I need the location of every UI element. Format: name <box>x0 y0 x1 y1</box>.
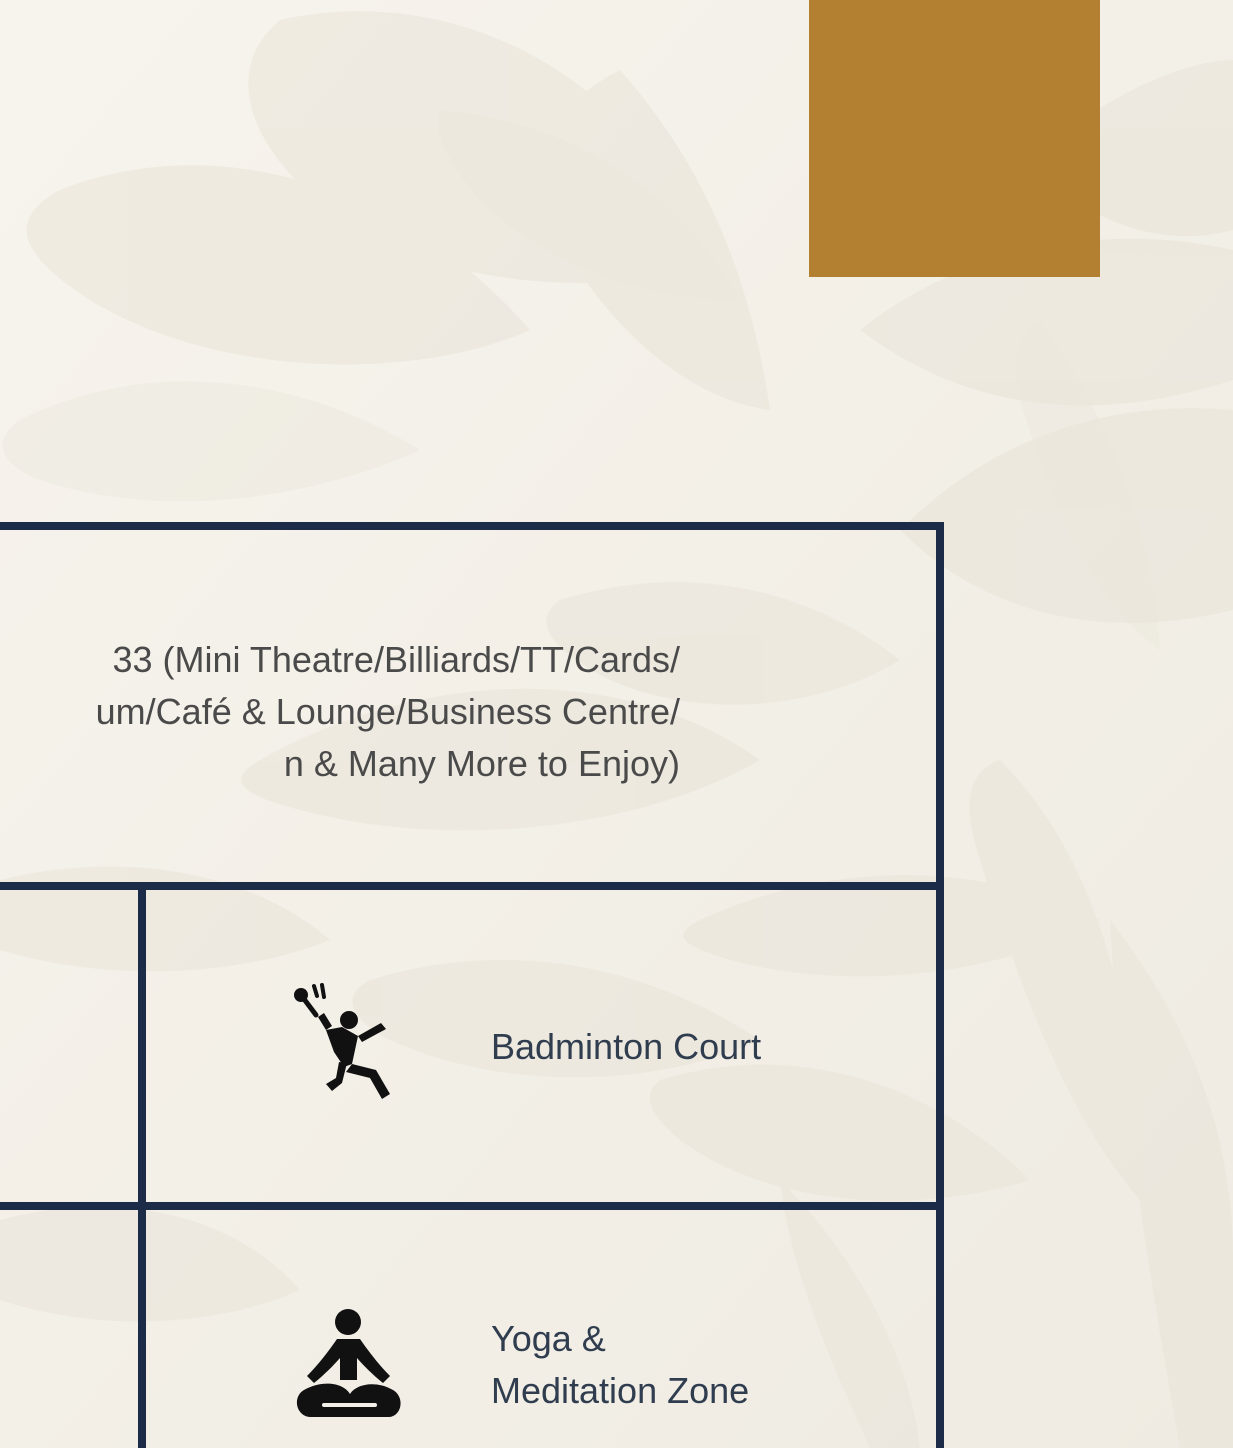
clubhouse-line-2: um/Café & Lounge/Business Centre/ <box>95 691 680 732</box>
table-border-right <box>936 522 944 1448</box>
yoga-meditation-label-line-1: Yoga & <box>491 1318 606 1359</box>
clubhouse-line-3: n & Many More to Enjoy) <box>283 743 680 784</box>
yoga-meditation-icon <box>294 1308 404 1420</box>
yoga-meditation-label: Yoga & Meditation Zone <box>491 1313 749 1417</box>
table-border-top <box>0 522 944 530</box>
yoga-meditation-label-line-2: Meditation Zone <box>491 1370 750 1411</box>
badminton-court-label: Badminton Court <box>491 1026 762 1067</box>
badminton-icon <box>286 982 406 1108</box>
table-column-divider <box>138 882 146 1448</box>
clubhouse-line-1: 33 (Mini Theatre/Billiards/TT/Cards/ <box>112 639 680 680</box>
clubhouse-description: 33 (Mini Theatre/Billiards/TT/Cards/ um/… <box>0 634 680 794</box>
